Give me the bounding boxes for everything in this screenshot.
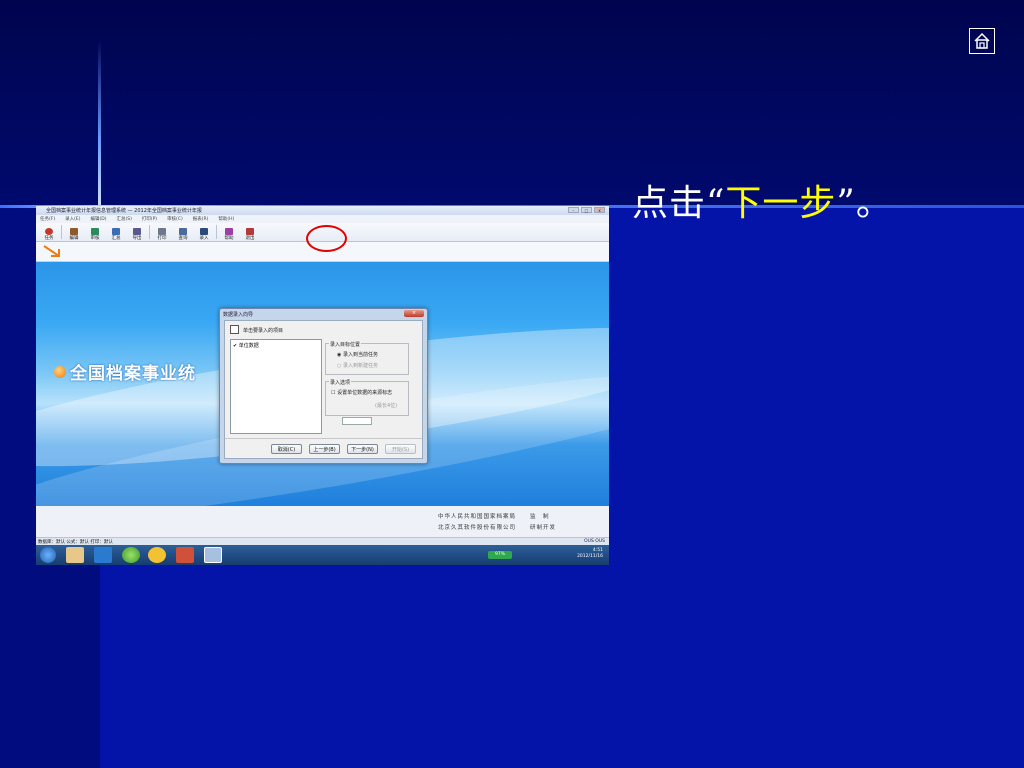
source-flag-input[interactable] [342,417,372,425]
windows-taskbar: 97% 4:51 2012/11/16 [36,545,609,565]
menu-check[interactable]: 审核(C) [167,216,183,222]
radio-current-task[interactable]: ◉ 录入到当前任务 [337,351,378,358]
system-clock[interactable]: 4:51 2012/11/16 [577,548,603,560]
menu-input[interactable]: 录入(E) [65,216,80,222]
footer-supervisor: 中华人民共和国国家档案局 监 制 [438,512,550,520]
home-icon [974,32,990,49]
app-window-title: 全国档案事业统计年报信息管理系统 — 2012年全国档案事业统计年报 [46,208,202,214]
exit-icon [246,228,254,235]
dialog-instruction: 单击要录入的项目 [243,328,284,334]
group-title: 录入选项 [329,379,352,386]
caption-suffix: ”。 [836,183,893,224]
source-flag-checkbox[interactable]: ☐ 设置单位数据的来源标志 [331,389,392,396]
caption-highlight: 下一步 [725,183,837,224]
group-title: 录入目标位置 [329,341,362,348]
max-length-hint: (最长4位) [375,403,398,409]
taskbar-explorer-icon[interactable] [66,547,84,563]
maximize-button[interactable]: □ [581,207,592,213]
menu-report[interactable]: 报表(R) [193,216,209,222]
banner-orb-icon [54,365,66,378]
minimize-button[interactable]: – [568,207,579,213]
toolbar-query-button[interactable]: 查询 [174,224,192,241]
footer-role: 研制开发 [530,525,557,531]
task-icon [45,228,53,235]
footer-company: 北京久其软件股份有限公司 [438,525,517,531]
toolbar-separator [61,225,62,239]
summary-icon [112,228,120,235]
clock-time: 4:51 [592,548,603,553]
taskbar-app-icon[interactable] [94,547,112,563]
taskbar-stats-app-icon[interactable] [204,547,222,563]
dialog-title: 数据录入向导 [223,312,254,318]
toolbar-separator [216,225,217,239]
footer-org: 中华人民共和国国家档案局 [438,514,517,520]
taskbar-browser-icon[interactable] [122,547,140,563]
app-screenshot: 全国档案事业统计年报信息管理系统 — 2012年全国档案事业统计年报 – □ x… [36,206,609,565]
menu-print[interactable]: 打印(P) [142,216,157,222]
app-menubar: 任务(F) 录入(E) 编辑(D) 汇总(S) 打印(P) 审核(C) 报表(R… [36,215,609,223]
decor-vertical-line [98,40,101,208]
home-button[interactable] [969,28,995,54]
footer-area [36,506,609,537]
item-listbox[interactable]: ✔ 单位数据 [230,339,322,434]
next-step-button[interactable]: 下一步(N) [347,444,378,454]
footer-developer: 北京久其软件股份有限公司 研制开发 [438,523,556,531]
menu-help[interactable]: 帮助(H) [218,216,234,222]
taskbar-document-icon[interactable] [176,547,194,563]
print-icon [158,228,166,235]
dialog-divider [225,438,422,439]
radio-new-task[interactable]: ○ 录入到新建任务 [337,362,378,369]
taskbar-qq-icon[interactable] [148,547,166,563]
data-input-wizard-dialog: 数据录入向导 × 单击要录入的项目 ✔ 单位数据 录入目标位置 ◉ 录入到当前任… [219,308,428,464]
toolbar-edit-button[interactable]: 编辑 [65,224,83,241]
toolbar-help-button[interactable]: 帮助 [220,224,238,241]
clock-date: 2012/11/16 [577,554,603,559]
start-button[interactable]: 开始(S) [385,444,416,454]
toolbar-separator [149,225,150,239]
check-icon [91,228,99,235]
battery-indicator: 97% [488,551,512,559]
menu-task[interactable]: 任务(F) [40,216,55,222]
toolbar-export-button[interactable]: 导出 [128,224,146,241]
export-icon [133,228,141,235]
query-icon [179,228,187,235]
target-location-group: 录入目标位置 ◉ 录入到当前任务 ○ 录入到新建任务 [325,341,409,375]
input-icon [200,228,208,235]
caption-prefix: 点击“ [632,183,726,224]
edit-icon [70,228,78,235]
list-item[interactable]: ✔ 单位数据 [233,342,259,349]
dialog-body: 单击要录入的项目 ✔ 单位数据 录入目标位置 ◉ 录入到当前任务 ○ 录入到新建… [224,320,423,459]
cancel-button[interactable]: 取消(C) [271,444,302,454]
toolbar-print-button[interactable]: 打印 [153,224,171,241]
arrow-down-right-icon[interactable] [42,244,64,258]
footer-role: 监 制 [530,514,550,520]
start-button[interactable] [40,547,56,563]
app-titlebar: 全国档案事业统计年报信息管理系统 — 2012年全国档案事业统计年报 – □ x [36,206,609,215]
input-options-group: 录入选项 ☐ 设置单位数据的来源标志 (最长4位) [325,379,409,425]
banner-title: 全国档案事业统 [70,364,196,384]
status-indicators: OUS OUS [584,539,605,544]
window-controls: – □ x [568,207,605,213]
help-icon [225,228,233,235]
toolbar-check-button[interactable]: 审核 [86,224,104,241]
toolbar-input-button[interactable]: 录入 [195,224,213,241]
welcome-banner: 全国档案事业统 [54,359,196,384]
toolbar-summary-button[interactable]: 汇总 [107,224,125,241]
menu-edit[interactable]: 编辑(D) [90,216,106,222]
menu-summary[interactable]: 汇总(S) [116,216,131,222]
previous-step-button[interactable]: 上一步(B) [309,444,340,454]
slide-caption: 点击“下一步”。 [632,174,893,226]
document-icon [230,325,239,334]
toolbar-task-button[interactable]: 任务 [40,224,58,241]
window-close-button[interactable]: x [594,207,605,213]
toolbar-exit-button[interactable]: 退出 [241,224,259,241]
next-button-highlight-circle [306,225,347,252]
dialog-close-button[interactable]: × [404,310,424,317]
